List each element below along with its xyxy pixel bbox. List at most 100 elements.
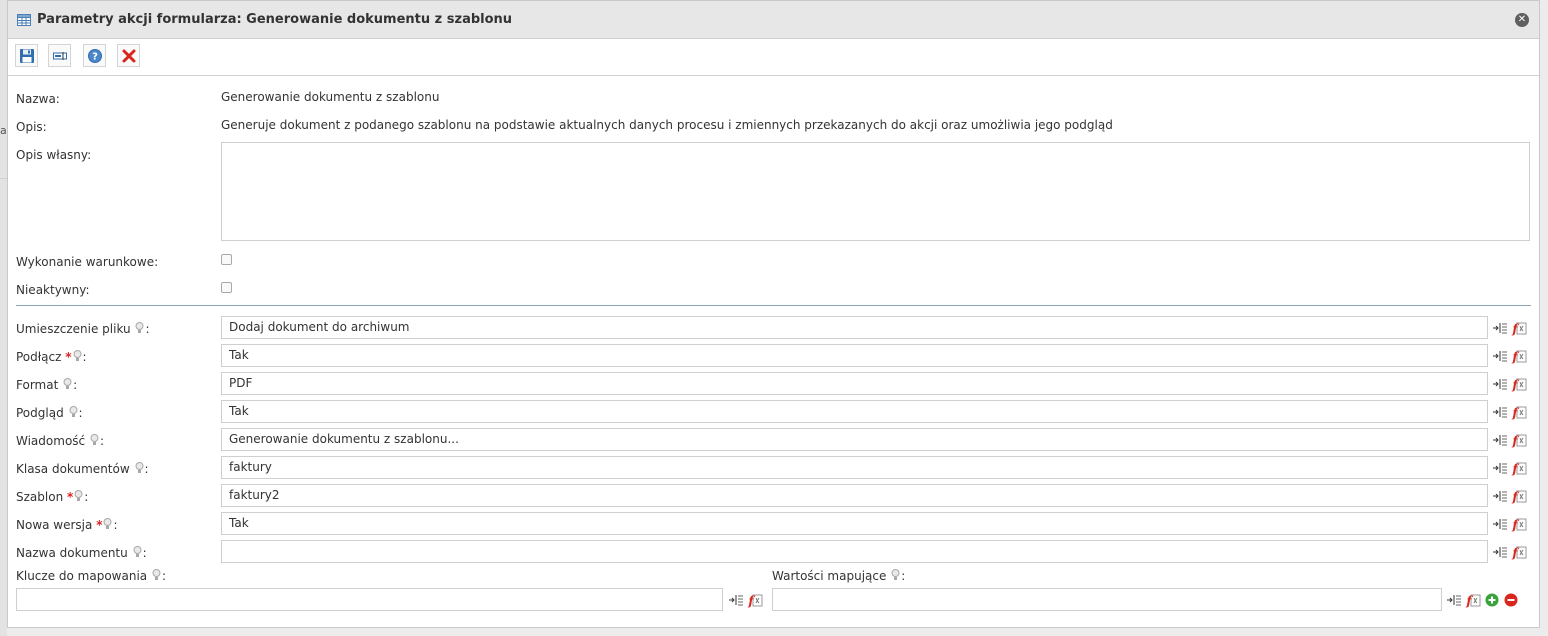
lightbulb-icon: [135, 462, 144, 474]
section-divider: [16, 305, 1531, 306]
insert-variable-icon[interactable]: [1446, 592, 1462, 608]
required-marker: *: [65, 350, 72, 364]
function-editor-icon[interactable]: f: [1511, 404, 1527, 420]
remove-row-icon[interactable]: [1503, 592, 1519, 608]
insert-variable-icon[interactable]: [1492, 376, 1508, 392]
floppy-disk-icon: [19, 48, 34, 63]
lightbulb-icon: [90, 434, 99, 446]
param-actions: f: [1492, 404, 1527, 420]
insert-variable-icon[interactable]: [1492, 488, 1508, 504]
function-editor-icon[interactable]: f: [1511, 488, 1527, 504]
lightbulb-icon: [152, 569, 161, 581]
name-value: Generowanie dokumentu z szablonu: [221, 90, 440, 104]
param-label: Nowa wersja *:: [16, 518, 118, 532]
param-input[interactable]: [221, 540, 1488, 563]
param-actions: f: [1492, 320, 1527, 336]
dialog-titlebar: Parametry akcji formularza: Generowanie …: [8, 1, 1539, 39]
param-label: Wiadomość :: [16, 434, 105, 448]
lightbulb-icon: [69, 406, 78, 418]
lightbulb-icon: [74, 490, 83, 502]
text-field-icon: [52, 51, 67, 60]
toolbar: ?: [8, 39, 1539, 76]
param-input[interactable]: Dodaj dokument do archiwum: [221, 316, 1488, 339]
insert-variable-icon[interactable]: [728, 592, 744, 608]
own-description-textarea[interactable]: [221, 142, 1530, 241]
close-icon: [122, 49, 135, 62]
function-editor-icon[interactable]: f: [1465, 592, 1481, 608]
insert-variable-icon[interactable]: [1492, 516, 1508, 532]
help-button[interactable]: ?: [83, 44, 106, 67]
param-input[interactable]: Tak: [221, 344, 1488, 367]
insert-variable-icon[interactable]: [1492, 544, 1508, 560]
required-marker: *: [96, 518, 103, 532]
param-actions: f: [1492, 432, 1527, 448]
background-panel: [0, 0, 7, 636]
insert-variable-icon[interactable]: [1492, 320, 1508, 336]
function-editor-icon[interactable]: f: [1511, 348, 1527, 364]
lightbulb-icon: [133, 546, 142, 558]
function-editor-icon[interactable]: f: [1511, 544, 1527, 560]
mapping-keys-input[interactable]: [16, 588, 723, 611]
lightbulb-icon: [891, 569, 900, 581]
mapping-values-actions: f: [1446, 592, 1519, 608]
param-label: Klasa dokumentów :: [16, 462, 149, 476]
rename-button[interactable]: [48, 44, 71, 67]
function-editor-icon[interactable]: f: [1511, 376, 1527, 392]
insert-variable-icon[interactable]: [1492, 404, 1508, 420]
add-row-icon[interactable]: [1484, 592, 1500, 608]
param-input[interactable]: faktury: [221, 456, 1488, 479]
own-description-label: Opis własny:: [16, 148, 92, 162]
param-label: Podgląd :: [16, 406, 83, 420]
lightbulb-icon: [73, 350, 82, 362]
lightbulb-icon: [63, 378, 72, 390]
conditional-execution-checkbox[interactable]: [221, 254, 232, 265]
param-label: Szablon *:: [16, 490, 89, 504]
param-label: Nazwa dokumentu :: [16, 546, 147, 560]
param-label: Format :: [16, 378, 78, 392]
cancel-button[interactable]: [117, 44, 140, 67]
mapping-values-input[interactable]: [772, 588, 1442, 611]
inactive-checkbox[interactable]: [221, 282, 232, 293]
insert-variable-icon[interactable]: [1492, 460, 1508, 476]
param-actions: f: [1492, 376, 1527, 392]
param-label: Podłącz *:: [16, 350, 87, 364]
mapping-keys-label: Klucze do mapowania :: [16, 569, 167, 583]
param-label: Umieszczenie pliku :: [16, 322, 150, 336]
close-dialog-button[interactable]: ✕: [1515, 13, 1529, 27]
svg-text:?: ?: [92, 51, 98, 62]
param-actions: f: [1492, 460, 1527, 476]
param-input[interactable]: Generowanie dokumentu z szablonu...: [221, 428, 1488, 451]
background-divider: [0, 178, 7, 179]
description-value: Generuje dokument z podanego szablonu na…: [221, 118, 1113, 132]
param-actions: f: [1492, 348, 1527, 364]
param-input[interactable]: Tak: [221, 512, 1488, 535]
insert-variable-icon[interactable]: [1492, 348, 1508, 364]
param-input[interactable]: Tak: [221, 400, 1488, 423]
param-input[interactable]: PDF: [221, 372, 1488, 395]
function-editor-icon[interactable]: f: [1511, 460, 1527, 476]
table-icon: [17, 13, 31, 26]
conditional-execution-label: Wykonanie warunkowe:: [16, 255, 159, 269]
action-parameters-dialog: Parametry akcji formularza: Generowanie …: [7, 0, 1540, 628]
lightbulb-icon: [103, 518, 112, 530]
inactive-label: Nieaktywny:: [16, 283, 90, 297]
param-actions: f: [1492, 516, 1527, 532]
mapping-values-label: Wartości mapujące :: [772, 569, 906, 583]
param-actions: f: [1492, 488, 1527, 504]
required-marker: *: [67, 490, 74, 504]
param-input[interactable]: faktury2: [221, 484, 1488, 507]
lightbulb-icon: [135, 322, 144, 334]
function-editor-icon[interactable]: f: [1511, 432, 1527, 448]
save-button[interactable]: [15, 44, 38, 67]
description-label: Opis:: [16, 120, 47, 134]
background-text: a: [0, 124, 7, 137]
mapping-keys-actions: f: [728, 592, 763, 608]
function-editor-icon[interactable]: f: [747, 592, 763, 608]
function-editor-icon[interactable]: f: [1511, 320, 1527, 336]
help-icon: ?: [87, 48, 102, 63]
insert-variable-icon[interactable]: [1492, 432, 1508, 448]
name-label: Nazwa:: [16, 92, 60, 106]
dialog-title: Parametry akcji formularza: Generowanie …: [37, 12, 513, 27]
function-editor-icon[interactable]: f: [1511, 516, 1527, 532]
param-actions: f: [1492, 544, 1527, 560]
